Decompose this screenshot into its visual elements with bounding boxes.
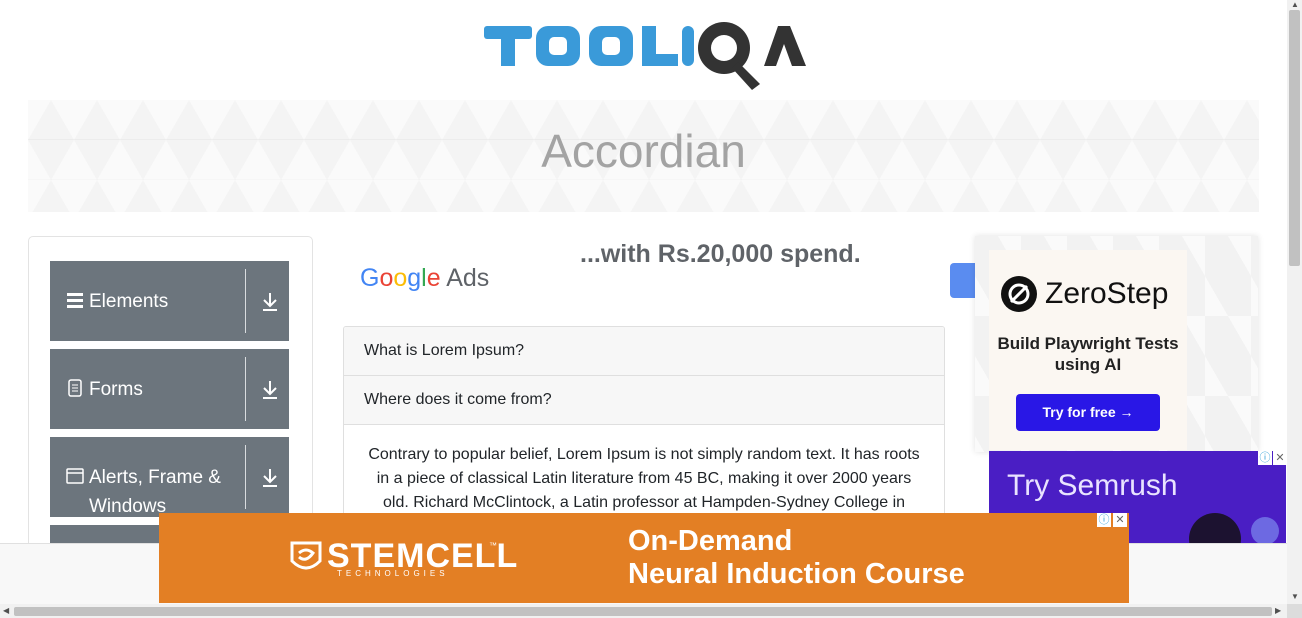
scroll-right-icon[interactable]: ▶: [1275, 606, 1281, 615]
zerostep-name: ZeroStep: [1045, 277, 1169, 310]
adchoices-icon[interactable]: ⓘ: [1258, 451, 1272, 465]
headline-line-1: On-Demand: [628, 525, 793, 557]
download-icon[interactable]: [260, 291, 280, 313]
headline-line-2: Neural Induction Course: [628, 558, 965, 590]
menu-icon: [66, 291, 84, 309]
google-letter: o: [393, 264, 408, 292]
trademark: ™: [489, 541, 497, 550]
stemcell-headline: On-Demand Neural Induction Course: [628, 525, 965, 591]
vertical-scroll-thumb[interactable]: [1289, 10, 1300, 266]
sidebar-group-forms[interactable]: Forms: [50, 349, 289, 429]
zerostep-card: ZeroStep Build Playwright Tests using AI…: [989, 250, 1187, 450]
page-banner: Accordian: [28, 100, 1259, 212]
sidebar-group-elements[interactable]: Elements: [50, 261, 289, 341]
scrollbar-corner: [1287, 604, 1302, 618]
accordion-header-section1[interactable]: What is Lorem Ipsum?: [344, 327, 944, 376]
ads-word: Ads: [446, 264, 490, 292]
try-for-free-button[interactable]: Try for free →: [1016, 394, 1160, 431]
google-ads-logo[interactable]: Google Ads: [360, 264, 489, 293]
close-icon[interactable]: ✕: [1113, 513, 1127, 527]
horizontal-scroll-thumb[interactable]: [14, 607, 1272, 616]
page-title: Accordian: [541, 125, 746, 177]
zerostep-logo-icon: [1001, 276, 1037, 312]
sidebar-group-alerts[interactable]: Alerts, Frame & Windows: [50, 437, 289, 517]
window-icon: [66, 467, 84, 485]
scroll-left-icon[interactable]: ◀: [3, 606, 9, 615]
scroll-up-icon[interactable]: ▲: [1291, 0, 1299, 9]
google-letter: G: [360, 264, 380, 292]
toolsqa-logo[interactable]: [484, 14, 808, 92]
stemcell-logo-icon: [290, 541, 322, 570]
sidebar-group-label: Elements: [89, 291, 169, 312]
google-ad-headline[interactable]: ...with Rs.20,000 spend.: [580, 240, 861, 269]
sidebar-group-label: Forms: [89, 379, 143, 400]
document-icon: [66, 379, 84, 397]
person-image: [1189, 513, 1279, 545]
google-letter: o: [379, 264, 394, 292]
scroll-down-icon[interactable]: ▼: [1291, 592, 1299, 601]
close-icon[interactable]: ✕: [1273, 451, 1286, 465]
stemcell-sub: TECHNOLOGIES: [337, 569, 449, 578]
download-icon[interactable]: [260, 467, 280, 489]
google-letter: e: [426, 264, 441, 292]
download-icon[interactable]: [260, 379, 280, 401]
google-ad-button[interactable]: [950, 263, 976, 298]
adchoices-icon[interactable]: ⓘ: [1097, 513, 1111, 527]
zerostep-tagline: Build Playwright Tests using AI: [997, 334, 1179, 374]
vertical-scrollbar[interactable]: ▲ ▼: [1287, 0, 1302, 604]
zerostep-ad[interactable]: ZeroStep Build Playwright Tests using AI…: [975, 236, 1258, 452]
divider: [245, 445, 246, 509]
horizontal-scrollbar[interactable]: ◀ ▶: [0, 604, 1287, 618]
stemcell-ad[interactable]: STEMCELL ™ TECHNOLOGIES On-Demand Neural…: [159, 513, 1129, 603]
divider: [245, 357, 246, 421]
accordion-header-section2[interactable]: Where does it come from?: [344, 376, 944, 425]
divider: [245, 269, 246, 333]
google-letter: g: [407, 264, 422, 292]
